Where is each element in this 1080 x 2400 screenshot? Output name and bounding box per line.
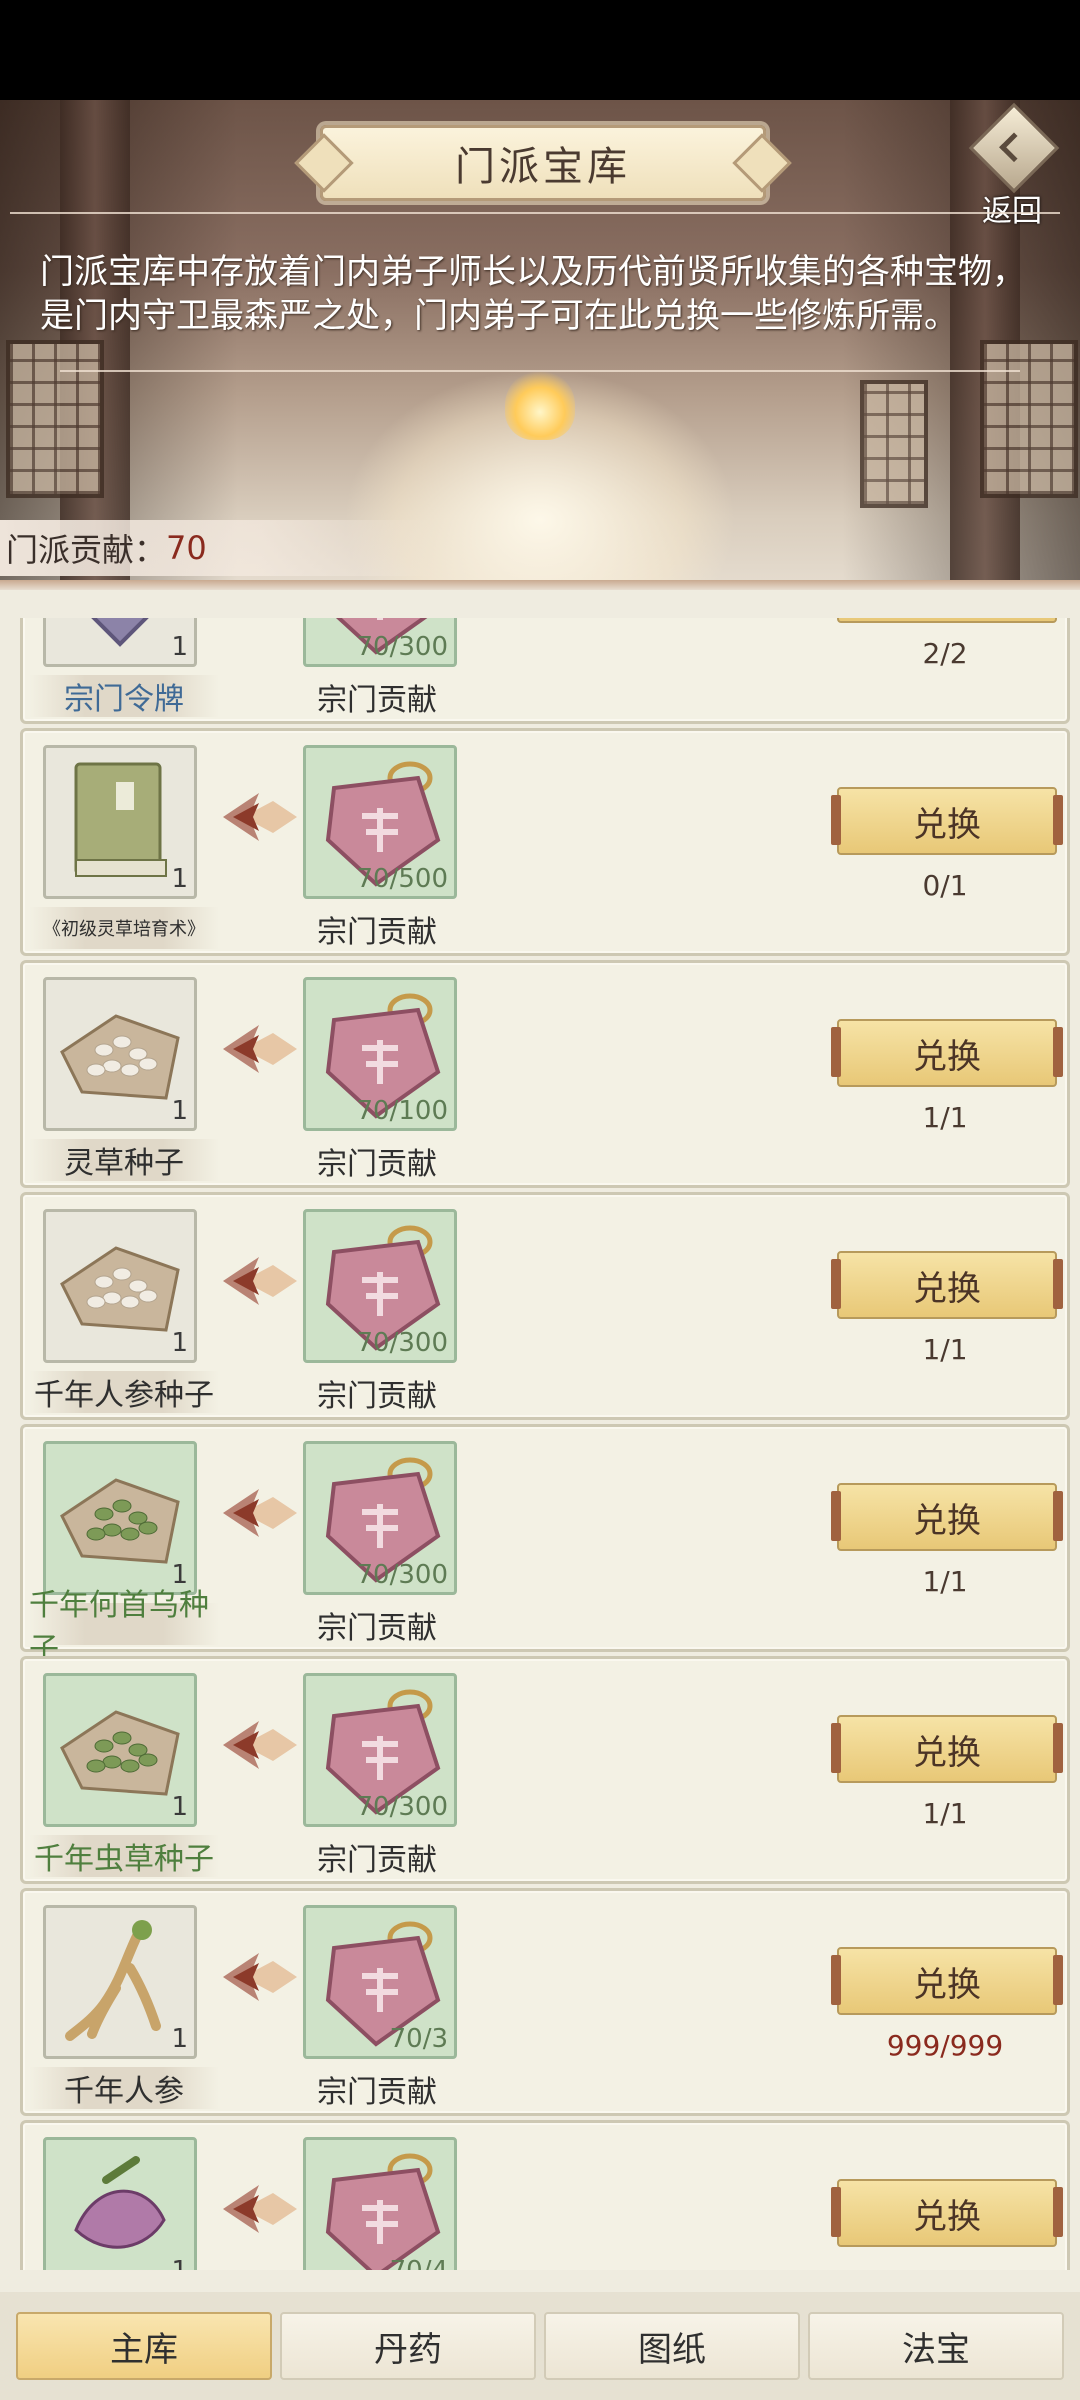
cost-amount: 70/300 [356, 1328, 448, 1358]
exchange-item-card: 1 70/4 兑换 [20, 2120, 1070, 2270]
brazier-fire [505, 370, 575, 440]
cost-amount: 70/300 [356, 1560, 448, 1590]
item-slot[interactable]: 1 [43, 1209, 197, 1363]
item-slot[interactable]: 1 [43, 1441, 197, 1595]
exchange-arrow-icon [219, 1253, 297, 1309]
cost-slot[interactable]: 70/300 [303, 1209, 457, 1363]
treasury-description: 门派宝库中存放着门内弟子师长以及历代前贤所收集的各种宝物，是门内守卫最森严之处，… [40, 252, 1026, 336]
lattice-window [980, 340, 1078, 498]
exchange-item-card: 1 千年人参种子 70/300 宗门贡献 兑换 1/1 [20, 1192, 1070, 1420]
exchange-button[interactable]: 兑换 [831, 1715, 1063, 1783]
exchange-item-card: 1 千年何首乌种子 70/300 宗门贡献 兑换 1/1 [20, 1424, 1070, 1667]
exchange-button[interactable]: 兑换 [831, 1251, 1063, 1319]
cost-label: 宗门贡献 [317, 683, 437, 718]
tab-blueprints[interactable]: 图纸 [544, 2312, 800, 2380]
status-bar [0, 0, 1080, 100]
item-quantity: 1 [171, 2256, 188, 2270]
exchange-button[interactable]: 兑换 [831, 787, 1063, 855]
item-quantity: 1 [171, 864, 188, 894]
item-name: 灵草种子 [29, 1139, 219, 1181]
exchange-limit: 1/1 [922, 1101, 968, 1134]
item-quantity: 1 [171, 1328, 188, 1358]
contribution-label: 门派贡献： [6, 531, 167, 569]
exchange-arrow-icon [219, 1485, 297, 1541]
exchange-item-card: 1 宗门令牌 70/300 宗门贡献 兑换 2/2 [20, 618, 1070, 724]
tab-artifacts[interactable]: 法宝 [808, 2312, 1064, 2380]
cost-amount: 70/500 [356, 864, 448, 894]
bottom-tab-bar: 主库 丹药 图纸 法宝 [0, 2292, 1080, 2400]
intro-divider-top [10, 212, 1060, 214]
exchange-button[interactable]: 兑换 [831, 2179, 1063, 2247]
banner-divider [0, 580, 1080, 590]
item-quantity: 1 [171, 1096, 188, 1126]
page-title: 门派宝库 [320, 125, 766, 201]
item-slot[interactable]: 1 [43, 2137, 197, 2270]
exchange-limit: 999/999 [886, 2029, 1004, 2062]
cost-slot[interactable]: 70/100 [303, 977, 457, 1131]
item-name: 《初级灵草培育术》 [29, 907, 219, 949]
exchange-arrow-icon [219, 1717, 297, 1773]
item-slot[interactable]: 1 [43, 618, 197, 667]
cost-label: 宗门贡献 [317, 1611, 437, 1646]
cost-label: 宗门贡献 [317, 1147, 437, 1182]
item-quantity: 1 [171, 632, 188, 662]
item-slot[interactable]: 1 [43, 977, 197, 1131]
cost-slot[interactable]: 70/3 [303, 1905, 457, 2059]
item-name: 千年人参 [29, 2067, 219, 2109]
exchange-item-card: 1 千年人参 70/3 宗门贡献 兑换 999/999 [20, 1888, 1070, 2116]
intro-divider-bottom [60, 370, 1020, 372]
cost-slot[interactable]: 70/4 [303, 2137, 457, 2270]
cost-amount: 70/300 [356, 632, 448, 662]
exchange-button[interactable]: 兑换 [831, 1019, 1063, 1087]
exchange-arrow-icon [219, 1021, 297, 1077]
item-name: 千年何首乌种子 [29, 1588, 219, 1667]
exchange-item-card: 1 灵草种子 70/100 宗门贡献 兑换 1/1 [20, 960, 1070, 1188]
exchange-limit: 1/1 [922, 1333, 968, 1366]
cost-amount: 70/4 [390, 2256, 448, 2270]
exchange-item-card: 1 千年虫草种子 70/300 宗门贡献 兑换 1/1 [20, 1656, 1070, 1884]
back-button[interactable]: 返回 [962, 102, 1062, 229]
cost-slot[interactable]: 70/300 [303, 1673, 457, 1827]
item-name: 千年人参种子 [29, 1371, 219, 1413]
exchange-limit: 2/2 [922, 637, 968, 670]
cost-slot[interactable]: 70/300 [303, 618, 457, 667]
item-slot[interactable]: 1 [43, 745, 197, 899]
item-quantity: 1 [171, 1792, 188, 1822]
item-name: 宗门令牌 [29, 675, 219, 717]
item-name: 千年虫草种子 [29, 1835, 219, 1877]
cost-amount: 70/100 [356, 1096, 448, 1126]
exchange-arrow-icon [219, 2181, 297, 2237]
exchange-arrow-icon [219, 789, 297, 845]
cost-amount: 70/300 [356, 1792, 448, 1822]
tab-main-vault[interactable]: 主库 [16, 2312, 272, 2380]
cost-label: 宗门贡献 [317, 2075, 437, 2110]
exchange-button[interactable]: 兑换 [831, 1483, 1063, 1551]
exchange-limit: 1/1 [922, 1565, 968, 1598]
exchange-limit: 0/1 [922, 869, 968, 902]
item-quantity: 1 [171, 2024, 188, 2054]
cost-slot[interactable]: 70/300 [303, 1441, 457, 1595]
cost-amount: 70/3 [389, 2024, 448, 2054]
exchange-button[interactable]: 兑换 [831, 1947, 1063, 2015]
herb-icon [46, 2140, 194, 2270]
lattice-window [860, 380, 928, 508]
cost-label: 宗门贡献 [317, 1379, 437, 1414]
item-slot[interactable]: 1 [43, 1905, 197, 2059]
sect-contribution-token-icon [306, 2140, 454, 2270]
tab-pills[interactable]: 丹药 [280, 2312, 536, 2380]
exchange-arrow-icon [219, 1949, 297, 2005]
item-slot[interactable]: 1 [43, 1673, 197, 1827]
cost-label: 宗门贡献 [317, 915, 437, 950]
cost-label: 宗门贡献 [317, 1843, 437, 1878]
back-arrow-icon [968, 102, 1060, 194]
exchange-list[interactable]: 1宗门令牌70/300宗门贡献兑换2/21《初级灵草培育术》70/500宗门贡献… [0, 618, 1080, 2270]
lattice-window [6, 340, 104, 498]
exchange-button[interactable]: 兑换 [837, 618, 1057, 623]
contribution-display: 门派贡献： 70 [0, 520, 436, 576]
cost-slot[interactable]: 70/500 [303, 745, 457, 899]
exchange-limit: 1/1 [922, 1797, 968, 1830]
exchange-item-card: 1 《初级灵草培育术》 70/500 宗门贡献 兑换 0/1 [20, 728, 1070, 956]
back-label: 返回 [982, 194, 1042, 229]
contribution-value: 70 [166, 529, 207, 567]
